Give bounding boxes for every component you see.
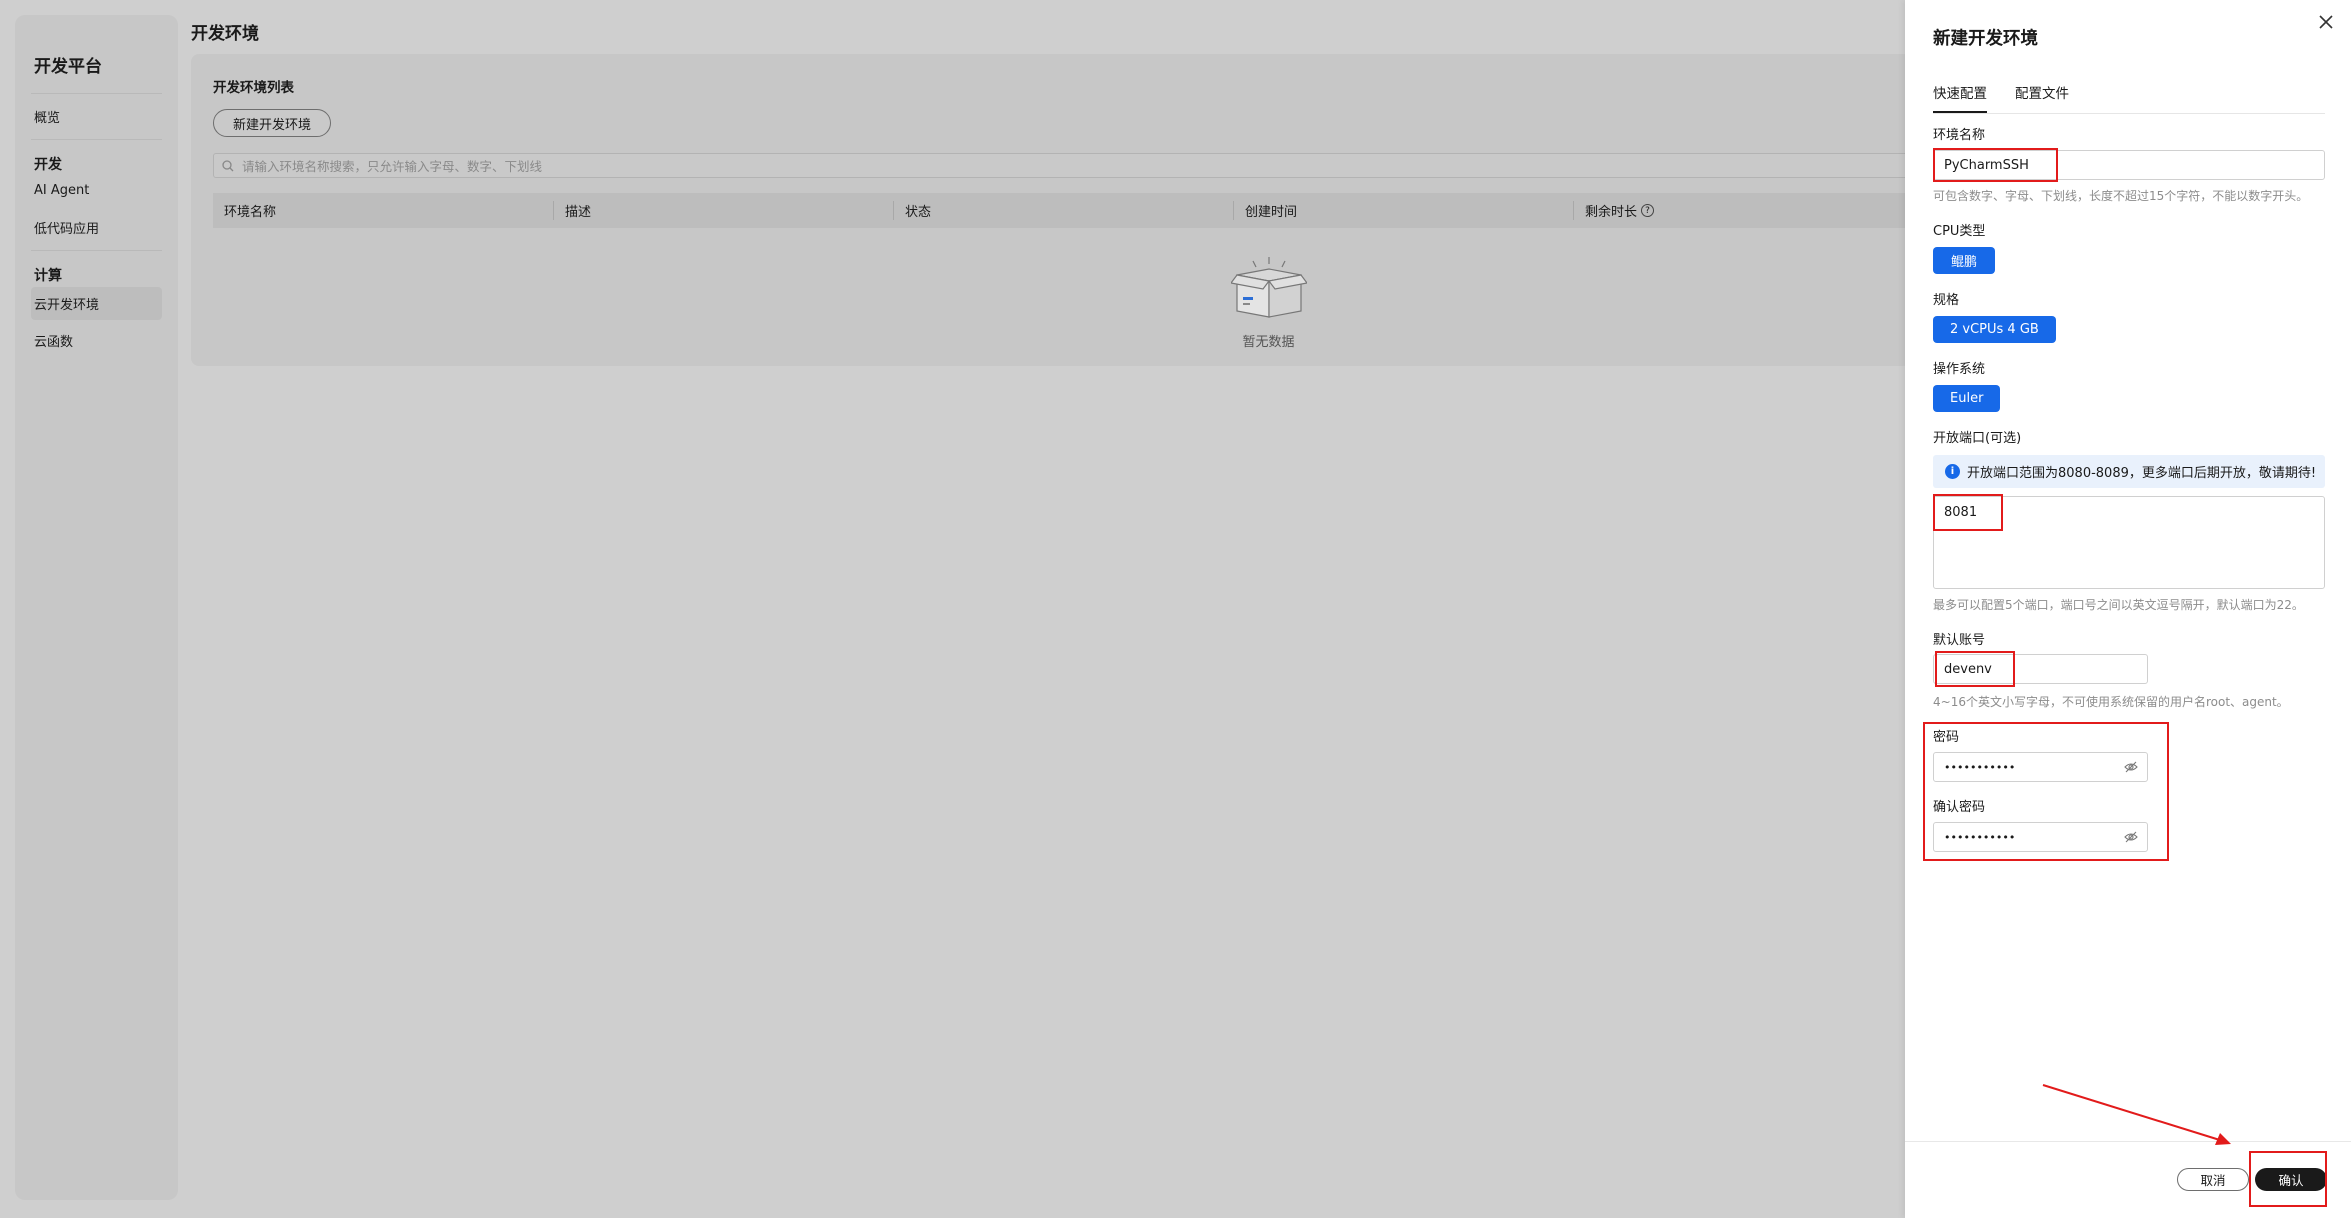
env-name-hint: 可包含数字、字母、下划线，长度不超过15个字符，不能以数字开头。 — [1933, 189, 2309, 203]
os-option-euler[interactable]: Euler — [1933, 385, 2001, 412]
password-value: ••••••••••• — [1944, 760, 2016, 774]
sidebar-item-cloud-dev-env[interactable]: 云开发环境 — [31, 287, 162, 320]
search-icon — [222, 159, 234, 171]
tab-quick-config[interactable]: 快速配置 — [1933, 80, 1987, 113]
sidebar-item-lowcode[interactable]: 低代码应用 — [31, 211, 162, 244]
ports-notice: i 开放端口范围为8080-8089，更多端口后期开放，敬请期待! — [1933, 455, 2325, 488]
close-icon[interactable] — [2317, 13, 2335, 31]
eye-icon[interactable] — [2124, 831, 2138, 843]
create-env-drawer: 新建开发环境 快速配置 配置文件 环境名称 PyCharmSSH 可包含数字、字… — [1905, 0, 2351, 1218]
sidebar-item-overview[interactable]: 概览 — [31, 100, 162, 133]
column-header: 剩余时长 — [1584, 205, 1637, 220]
sidebar-group-dev: 开发 — [34, 157, 62, 173]
column-header: 描述 — [552, 201, 893, 220]
page-title: 开发环境 — [191, 24, 259, 44]
account-label: 默认账号 — [1933, 633, 1986, 648]
annotation-arrow — [2042, 1084, 2231, 1145]
search-placeholder: 请输入环境名称搜索，只允许输入字母、数字、下划线 — [242, 159, 543, 174]
env-name-label: 环境名称 — [1933, 128, 1986, 143]
account-hint: 4~16个英文小写字母，不可使用系统保留的用户名root、agent。 — [1933, 695, 2289, 709]
new-env-button[interactable]: 新建开发环境 — [213, 109, 332, 137]
divider — [31, 139, 162, 140]
search-input[interactable]: 请输入环境名称搜索，只允许输入字母、数字、下划线 — [213, 153, 1913, 178]
confirm-password-label: 确认密码 — [1933, 800, 1986, 815]
sidebar-group-compute: 计算 — [34, 268, 62, 284]
cpu-option-kunpeng[interactable]: 鲲鹏 — [1933, 247, 1996, 274]
divider — [31, 93, 162, 94]
tab-config-file[interactable]: 配置文件 — [2015, 80, 2069, 113]
confirm-password-value: ••••••••••• — [1944, 830, 2016, 844]
empty-state: 暂无数据 — [1221, 253, 1316, 350]
sidebar-item-cloud-function[interactable]: 云函数 — [31, 324, 162, 357]
column-header-remaining: 剩余时长 ? — [1572, 201, 1913, 220]
spec-option[interactable]: 2 vCPUs 4 GB — [1933, 316, 2056, 343]
panel-title: 开发环境列表 — [213, 80, 294, 96]
os-label: 操作系统 — [1933, 362, 1986, 377]
ports-notice-text: 开放端口范围为8080-8089，更多端口后期开放，敬请期待! — [1967, 466, 2317, 481]
empty-text: 暂无数据 — [1242, 335, 1295, 350]
ports-label: 开放端口(可选) — [1933, 431, 2022, 446]
password-label: 密码 — [1933, 730, 1960, 745]
ports-hint: 最多可以配置5个端口，端口号之间以英文逗号隔开，默认端口为22。 — [1933, 598, 2304, 612]
ports-textarea[interactable]: 8081 — [1933, 496, 2325, 589]
cpu-type-label: CPU类型 — [1933, 224, 1986, 239]
column-header: 状态 — [892, 201, 1233, 220]
password-input[interactable]: ••••••••••• — [1933, 752, 2148, 782]
env-list-panel: 开发环境列表 新建开发环境 请输入环境名称搜索，只允许输入字母、数字、下划线 环… — [191, 54, 1913, 366]
account-input[interactable]: devenv — [1933, 654, 2148, 684]
env-name-input[interactable]: PyCharmSSH — [1933, 150, 2325, 180]
eye-icon[interactable] — [2124, 761, 2138, 773]
config-tabs: 快速配置 配置文件 — [1933, 80, 2325, 114]
sidebar: 开发平台 概览 开发 AI Agent 低代码应用 计算 云开发环境 云函数 — [15, 15, 178, 1200]
drawer-title: 新建开发环境 — [1933, 29, 2038, 49]
column-header: 创建时间 — [1232, 201, 1573, 220]
help-icon[interactable]: ? — [1641, 204, 1654, 217]
divider — [31, 250, 162, 251]
confirm-password-input[interactable]: ••••••••••• — [1933, 822, 2148, 852]
spec-label: 规格 — [1933, 293, 1960, 308]
sidebar-item-ai-agent[interactable]: AI Agent — [31, 176, 162, 205]
platform-title: 开发平台 — [34, 57, 102, 77]
column-header: 环境名称 — [224, 205, 277, 220]
table-header: 环境名称 描述 状态 创建时间 剩余时长 ? — [213, 193, 1913, 228]
cancel-button[interactable]: 取消 — [2177, 1168, 2249, 1191]
confirm-button[interactable]: 确认 — [2255, 1168, 2327, 1191]
info-icon: i — [1945, 464, 1960, 479]
empty-box-icon — [1229, 257, 1308, 318]
